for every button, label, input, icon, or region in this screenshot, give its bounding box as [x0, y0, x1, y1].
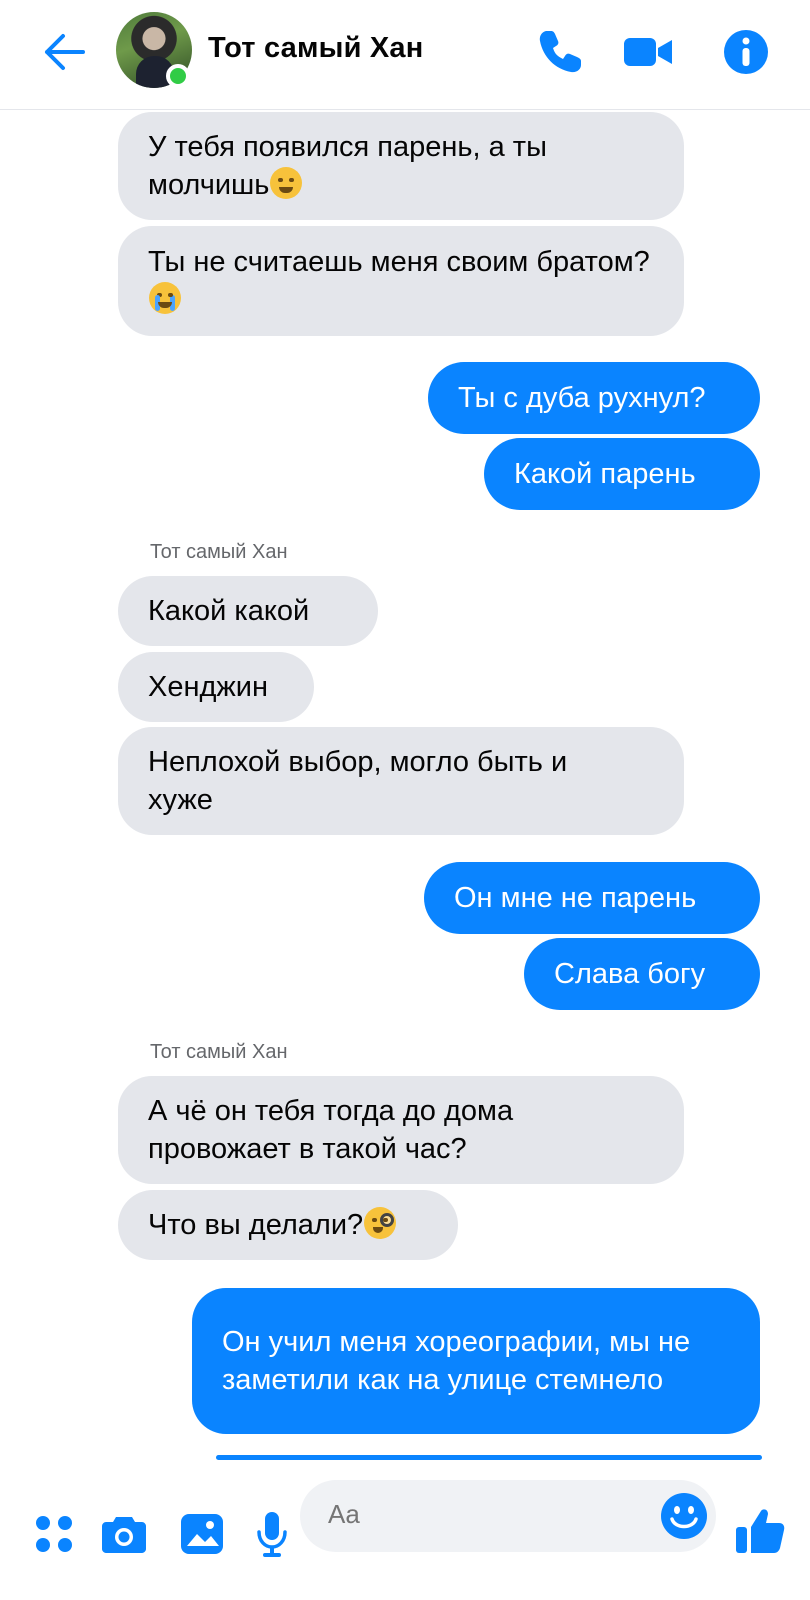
chat-header: Тот самый Хан	[0, 0, 810, 110]
monocle-face-emoji-icon	[364, 1207, 397, 1239]
message-bubble-incoming[interactable]: У тебя появился парень, а ты молчишь	[118, 112, 684, 220]
like-button[interactable]	[730, 1500, 790, 1560]
back-button[interactable]	[38, 26, 90, 78]
message-bubble-outgoing[interactable]: Слава богу	[524, 938, 760, 1010]
tired-face-emoji-icon	[270, 167, 303, 199]
phone-icon	[539, 31, 581, 73]
message-text: Что вы делали?	[148, 1206, 397, 1244]
arrow-left-icon	[45, 34, 85, 70]
message-text: Он мне не парень	[454, 882, 697, 914]
bottom-edge	[0, 1588, 810, 1600]
video-call-button[interactable]	[618, 22, 678, 82]
sender-name-label: Тот самый Хан	[150, 1041, 288, 1063]
message-text: Какой парень	[514, 458, 696, 490]
message-bubble-outgoing[interactable]: Он мне не парень	[424, 862, 760, 934]
emoji-icon	[661, 1493, 707, 1539]
message-text: Неплохой выбор, могло быть и хуже	[148, 746, 568, 816]
camera-icon	[102, 1517, 146, 1553]
message-text: Ты не считаешь меня своим братом?	[148, 243, 654, 319]
gallery-icon	[181, 1514, 223, 1554]
microphone-button[interactable]	[246, 1508, 298, 1560]
message-text: Какой какой	[148, 595, 310, 627]
message-bubble-incoming[interactable]: Какой какой	[118, 576, 378, 646]
gallery-button[interactable]	[176, 1508, 228, 1560]
message-text: Он учил меня хореографии, мы не заметили…	[222, 1326, 691, 1396]
message-bubble-outgoing[interactable]: Он учил меня хореографии, мы не заметили…	[192, 1288, 760, 1434]
message-input[interactable]	[328, 1499, 628, 1530]
message-text: Хенджин	[148, 671, 269, 703]
message-bubble-incoming[interactable]: Ты не считаешь меня своим братом?	[118, 226, 684, 336]
sender-name-label: Тот самый Хан	[150, 541, 288, 563]
emoji-button[interactable]	[656, 1488, 712, 1544]
crying-face-emoji-icon	[149, 282, 181, 314]
info-icon	[724, 30, 768, 74]
apps-button[interactable]	[28, 1508, 80, 1560]
message-bubble-incoming[interactable]: А чё он тебя тогда до дома провожает в т…	[118, 1076, 684, 1184]
message-bubble-incoming[interactable]: Хенджин	[118, 652, 314, 722]
info-button[interactable]	[716, 22, 776, 82]
message-text: Ты с дуба рухнул?	[458, 382, 706, 414]
video-camera-icon	[624, 38, 672, 66]
message-text: Слава богу	[554, 958, 706, 990]
message-text: А чё он тебя тогда до дома провожает в т…	[148, 1095, 514, 1165]
call-button[interactable]	[530, 22, 590, 82]
message-bubble-outgoing-partial	[216, 1455, 762, 1460]
message-bubble-incoming[interactable]: Что вы делали?	[118, 1190, 458, 1260]
thumbs-up-icon	[736, 1509, 785, 1553]
message-bubble-outgoing[interactable]: Ты с дуба рухнул?	[428, 362, 760, 434]
chat-title[interactable]: Тот самый Хан	[208, 32, 423, 65]
apps-icon	[36, 1516, 72, 1552]
message-bubble-outgoing[interactable]: Какой парень	[484, 438, 760, 510]
message-bubble-incoming[interactable]: Неплохой выбор, могло быть и хуже	[118, 727, 684, 835]
message-text: У тебя появился парень, а ты молчишь	[148, 131, 547, 201]
microphone-icon	[257, 1512, 287, 1557]
camera-button[interactable]	[98, 1508, 150, 1560]
online-status-dot	[166, 64, 190, 88]
